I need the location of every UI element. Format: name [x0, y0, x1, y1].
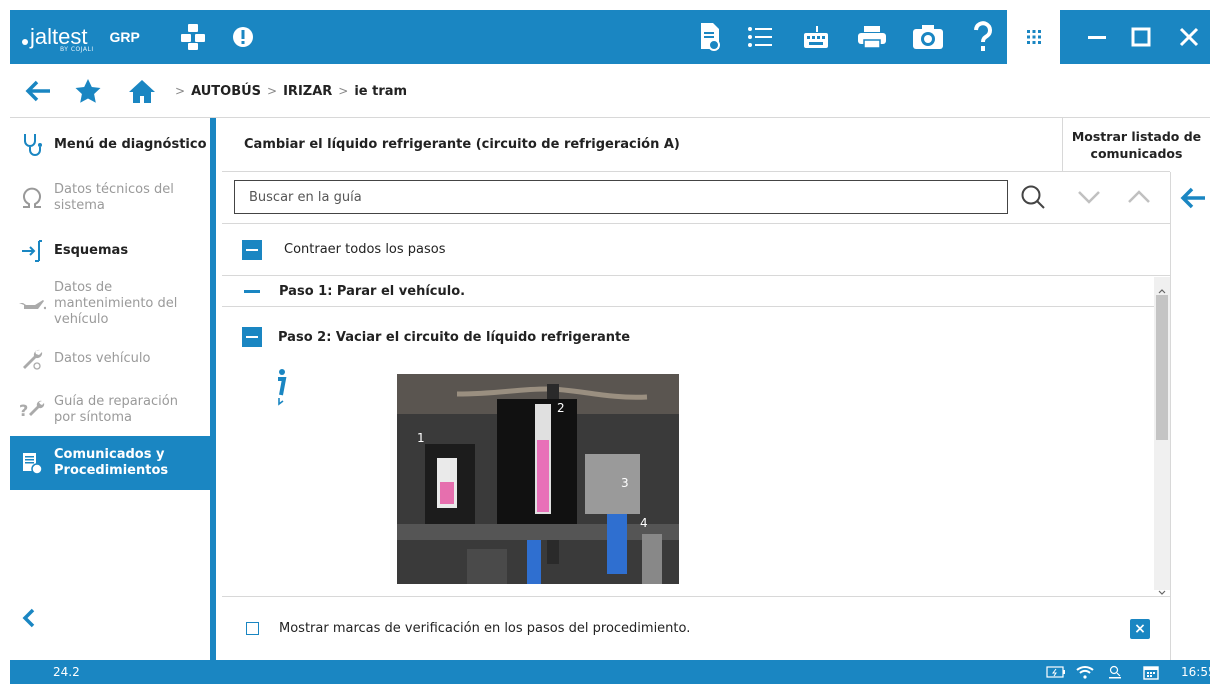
battery-icon — [1044, 660, 1068, 684]
status-bar: 24.2 16:55 — [10, 660, 1210, 684]
photo-callout: 3 — [621, 476, 629, 490]
logo-text: jaltest — [30, 24, 88, 49]
documents-icon — [10, 451, 54, 475]
grp-mode-label[interactable]: GRP — [109, 29, 139, 45]
sidebar-item-label: Guía de reparación por síntoma — [54, 394, 178, 425]
minimize-icon[interactable] — [1072, 10, 1122, 64]
list-icon[interactable] — [742, 10, 778, 64]
right-panel — [1170, 172, 1210, 660]
steps-list: Paso 1: Parar el vehículo. Paso 2: Vacia… — [222, 277, 1154, 590]
breadcrumb-item[interactable]: IRIZAR — [283, 84, 332, 99]
collapse-all-button[interactable] — [242, 239, 262, 260]
photo-callout: 1 — [417, 431, 425, 445]
vehicle-group-icon[interactable] — [175, 10, 211, 64]
home-icon[interactable] — [128, 78, 156, 108]
back-arrow-icon[interactable] — [24, 79, 52, 107]
sidebar-item-communications[interactable]: Comunicados y Procedimientos — [10, 436, 210, 490]
maximize-icon[interactable] — [1116, 10, 1166, 64]
sidebar-item-label: Datos vehículo — [54, 351, 151, 366]
stethoscope-icon — [10, 133, 54, 157]
schematic-icon — [10, 240, 54, 262]
apps-grid-icon[interactable] — [1007, 10, 1060, 64]
photo-callout: 2 — [557, 401, 565, 415]
search-icon[interactable] — [1018, 180, 1048, 214]
show-checkmarks-checkbox[interactable] — [246, 622, 259, 635]
sidebar-item-repair-guide[interactable]: ? Guía de reparación por síntoma — [10, 390, 210, 430]
camera-icon[interactable] — [908, 10, 948, 64]
sidebar-item-technical-data[interactable]: Datos técnicos del sistema — [10, 178, 210, 218]
svg-text:?: ? — [19, 401, 28, 420]
coolant-circuit-photo: 1 2 3 4 — [397, 374, 679, 584]
keyboard-icon[interactable] — [798, 10, 834, 64]
wrench-icon — [10, 348, 54, 370]
info-icon[interactable] — [274, 368, 288, 412]
step-collapse-dash-icon[interactable] — [244, 290, 260, 293]
jaltest-logo: jaltest — [22, 24, 88, 49]
top-toolbar: jaltest BY COJALI GRP — [10, 10, 1210, 64]
step-2-row[interactable]: Paso 2: Vaciar el circuito de líquido re… — [222, 322, 1154, 352]
chevron-up-icon[interactable] — [1124, 180, 1154, 214]
verification-marks-row: Mostrar marcas de verificación en los pa… — [222, 596, 1170, 660]
sidebar-item-label: Comunicados y Procedimientos — [54, 447, 169, 478]
main-content: Cambiar el líquido refrigerante (circuit… — [222, 118, 1201, 660]
alert-icon[interactable] — [228, 10, 258, 64]
sidebar-item-maintenance-data[interactable]: Datos de mantenimiento del vehículo — [10, 276, 210, 332]
sidebar-item-label: Esquemas — [54, 243, 129, 258]
help-icon[interactable] — [968, 10, 998, 64]
sidebar-item-label: Datos de mantenimiento del vehículo — [54, 280, 178, 327]
breadcrumb-item[interactable]: AUTOBÚS — [191, 84, 261, 99]
photo-callout: 4 — [640, 516, 648, 530]
chevron-down-icon[interactable] — [1074, 180, 1104, 214]
search-row — [222, 172, 1170, 224]
wifi-icon — [1074, 660, 1096, 684]
step-title: Paso 2: Vaciar el circuito de líquido re… — [278, 329, 631, 345]
breadcrumb-item[interactable]: ie tram — [354, 84, 407, 99]
scrollbar-thumb[interactable] — [1156, 295, 1168, 440]
sidebar: Menú de diagnóstico Datos técnicos del s… — [10, 118, 216, 660]
printer-icon[interactable] — [852, 10, 892, 64]
app-version: 24.2 — [53, 665, 80, 679]
collapse-sidebar-chevron-icon[interactable] — [22, 608, 36, 632]
sidebar-item-label: Menú de diagnóstico — [54, 137, 207, 152]
close-icon[interactable] — [1164, 10, 1210, 64]
report-icon[interactable] — [692, 10, 728, 64]
sidebar-item-schematics[interactable]: Esquemas — [10, 234, 210, 268]
steps-scrollbar[interactable] — [1154, 277, 1170, 595]
expand-panel-arrow-icon[interactable] — [1179, 186, 1207, 214]
search-status-icon — [1104, 660, 1126, 684]
oil-can-icon — [10, 295, 54, 313]
step-collapse-button[interactable] — [242, 327, 262, 347]
procedure-title: Cambiar el líquido refrigerante (circuit… — [244, 137, 680, 152]
show-checkmarks-label: Mostrar marcas de verificación en los pa… — [279, 621, 691, 636]
repair-guide-icon: ? — [10, 399, 54, 421]
breadcrumb: > AUTOBÚS > IRIZAR > ie tram — [175, 83, 408, 99]
sidebar-item-label: Datos técnicos del sistema — [54, 182, 174, 213]
step-1-row[interactable]: Paso 1: Parar el vehículo. — [222, 277, 1154, 307]
show-communications-list-button[interactable]: Mostrar listado de comunicados — [1062, 118, 1210, 172]
guide-search-input[interactable] — [234, 180, 1008, 214]
ohm-icon — [10, 187, 54, 209]
calendar-icon — [1140, 660, 1162, 684]
procedure-title-row: Cambiar el líquido refrigerante (circuit… — [222, 118, 1170, 172]
logo-subtitle: BY COJALI — [60, 46, 94, 53]
step-title: Paso 1: Parar el vehículo. — [279, 284, 466, 299]
close-procedure-icon[interactable]: × — [1130, 619, 1150, 639]
collapse-all-label: Contraer todos los pasos — [284, 242, 446, 257]
collapse-all-row: Contraer todos los pasos — [222, 224, 1170, 276]
sidebar-item-vehicle-data[interactable]: Datos vehículo — [10, 342, 210, 376]
navigation-bar: > AUTOBÚS > IRIZAR > ie tram — [10, 64, 1210, 118]
favorite-star-icon[interactable] — [74, 78, 102, 108]
sidebar-item-diagnostic-menu[interactable]: Menú de diagnóstico — [10, 128, 210, 162]
clock: 16:55 — [1181, 665, 1210, 679]
